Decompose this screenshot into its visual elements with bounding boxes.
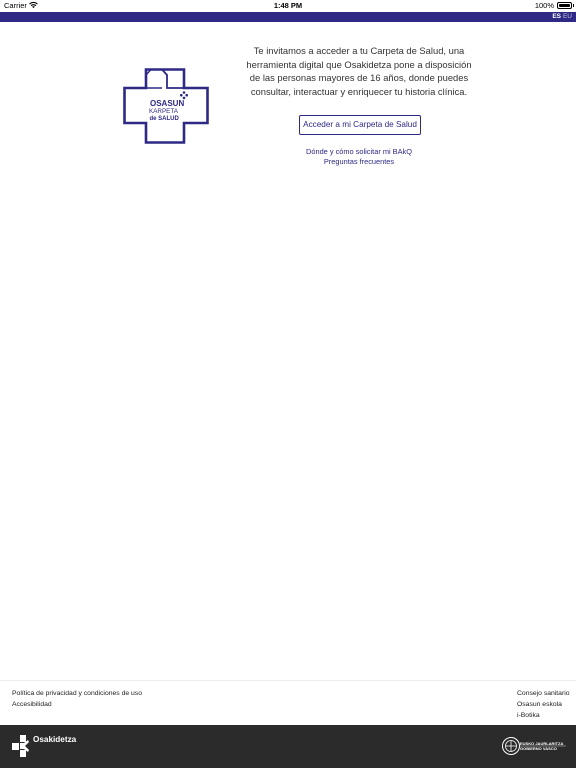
bakq-info-link[interactable]: Dónde y cómo solicitar mi BAkQ xyxy=(245,147,473,156)
bottom-bar: Osakidetza EUSKO JAURLARITZA GOBIERNO VA… xyxy=(0,725,576,768)
lang-eu-button[interactable]: EU xyxy=(563,13,572,21)
osasun-eskola-link[interactable]: Osasun eskola xyxy=(517,699,570,710)
status-bar: Carrier 1:48 PM 100% xyxy=(0,0,576,12)
logo-line2: KARPETA xyxy=(149,108,179,115)
footer-links-left: Política de privacidad y condiciones de … xyxy=(12,688,142,710)
osakidetza-logo-icon xyxy=(12,735,29,757)
accessibility-link[interactable]: Accesibilidad xyxy=(12,699,142,710)
footer-divider xyxy=(0,680,576,681)
clock: 1:48 PM xyxy=(273,1,303,10)
privacy-policy-link[interactable]: Política de privacidad y condiciones de … xyxy=(12,688,142,699)
i-botika-link[interactable]: i-Botika xyxy=(517,710,570,721)
footer-links-right: Consejo sanitario Osasun eskola i-Botika xyxy=(517,688,570,721)
logo-line3: de SALUD xyxy=(150,116,180,122)
carpeta-salud-logo: OSASUN KARPETA de SALUD xyxy=(123,68,209,144)
access-carpeta-button[interactable]: Acceder a mi Carpeta de Salud xyxy=(299,115,421,135)
lang-es-button[interactable]: ES xyxy=(552,13,561,21)
faq-link[interactable]: Preguntas frecuentes xyxy=(245,157,473,166)
osakidetza-brand: Osakidetza xyxy=(33,735,77,744)
intro-text: Te invitamos a acceder a tu Carpeta de S… xyxy=(246,45,472,97)
plus-dots-icon xyxy=(180,91,188,100)
logo-line1: OSASUN xyxy=(150,99,184,108)
battery-icon xyxy=(557,2,574,9)
battery-percent: 100% xyxy=(534,1,554,10)
gobierno-vasco-text: EUSKO JAURLARITZA GOBIERNO VASCO xyxy=(520,741,564,751)
top-bar: ES EU xyxy=(0,12,576,22)
consejo-sanitario-link[interactable]: Consejo sanitario xyxy=(517,688,570,699)
